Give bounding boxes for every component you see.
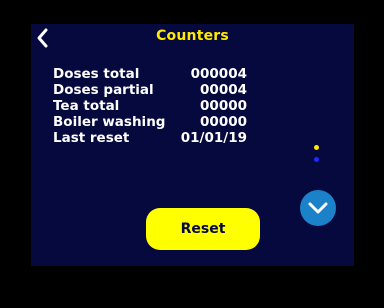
counter-label: Doses total [53,66,140,82]
counter-row-boiler-washing: Boiler washing 00000 [53,114,253,130]
counter-value: 00000 [200,114,247,130]
counters-list: Doses total 000004 Doses partial 00004 T… [53,66,253,146]
counter-row-last-reset: Last reset 01/01/19 [53,130,253,146]
counter-row-doses-total: Doses total 000004 [53,66,253,82]
counter-row-tea-total: Tea total 00000 [53,98,253,114]
counter-value: 000004 [190,66,247,82]
counter-label: Doses partial [53,82,154,98]
page-dot-inactive [314,157,319,162]
scroll-down-button[interactable] [300,190,336,226]
counter-label: Last reset [53,130,130,146]
reset-button[interactable]: Reset [146,208,260,250]
counters-screen: Counters Doses total 000004 Doses partia… [31,24,354,266]
counter-value: 01/01/19 [180,130,247,146]
chevron-down-icon [308,202,328,214]
counter-value: 00004 [200,82,247,98]
counter-label: Boiler washing [53,114,166,130]
counter-value: 00000 [200,98,247,114]
counter-row-doses-partial: Doses partial 00004 [53,82,253,98]
page-title: Counters [156,28,229,44]
page-dot-active [314,145,319,150]
page-indicator [314,145,320,163]
counter-label: Tea total [53,98,120,114]
